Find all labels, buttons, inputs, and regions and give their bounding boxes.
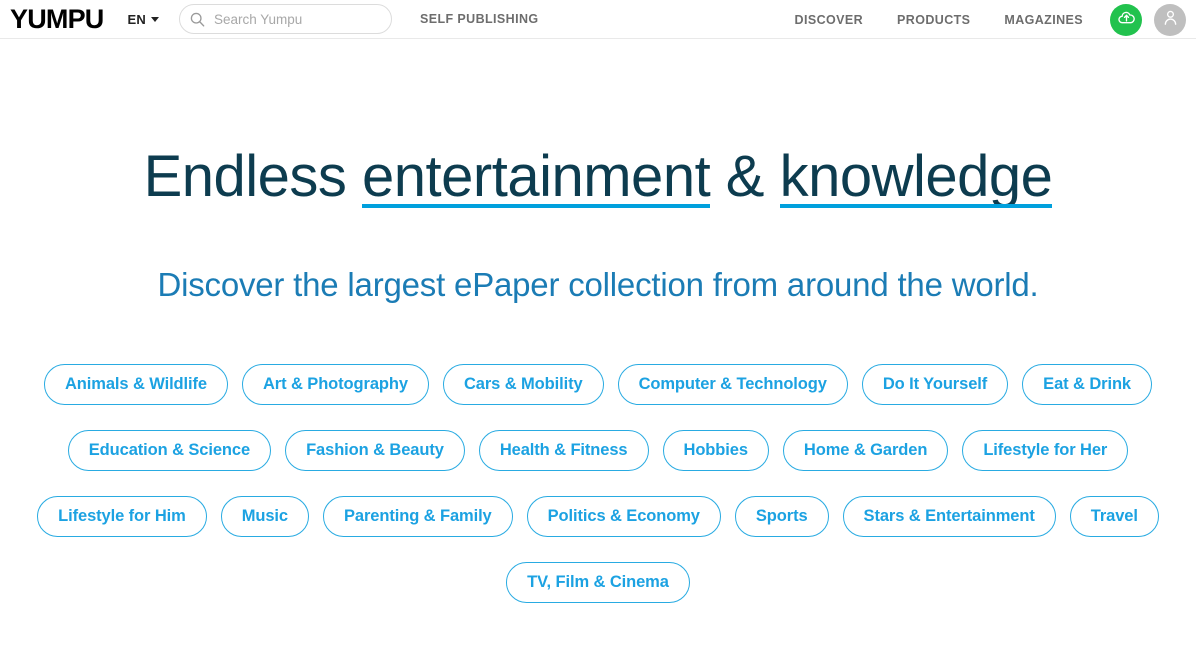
category-pill[interactable]: Eat & Drink: [1022, 363, 1153, 405]
title-highlight-knowledge: knowledge: [779, 144, 1053, 209]
self-publishing-link[interactable]: SELF PUBLISHING: [420, 12, 539, 26]
category-pill[interactable]: Lifestyle for Him: [37, 495, 207, 537]
page-subtitle: Discover the largest ePaper collection f…: [157, 265, 1039, 303]
category-pill[interactable]: Sports: [734, 495, 829, 537]
title-highlight-entertainment: entertainment: [362, 144, 711, 209]
category-pill[interactable]: Lifestyle for Her: [962, 429, 1129, 471]
category-list: Animals & Wildlife Art & Photography Car…: [0, 304, 1196, 603]
account-button[interactable]: [1154, 3, 1186, 36]
title-text-part1: Endless: [143, 144, 363, 209]
category-pill[interactable]: Home & Garden: [782, 429, 949, 471]
site-header: YUMPU EN SELF PUBLISHING DISCOVER PRODUC…: [0, 0, 1196, 39]
language-selector[interactable]: EN: [128, 12, 159, 27]
category-pill[interactable]: Animals & Wildlife: [43, 363, 228, 405]
page-title: Endless entertainment & knowledge: [0, 145, 1196, 209]
nav-item-magazines[interactable]: MAGAZINES: [987, 13, 1100, 27]
upload-button[interactable]: [1110, 3, 1142, 36]
category-pill[interactable]: Do It Yourself: [861, 363, 1009, 405]
category-pill[interactable]: Travel: [1069, 495, 1159, 537]
chevron-down-icon: [150, 16, 159, 22]
category-pill[interactable]: Politics & Economy: [526, 495, 721, 537]
category-pill[interactable]: Art & Photography: [241, 363, 429, 405]
category-pill[interactable]: Fashion & Beauty: [285, 429, 465, 471]
category-pill[interactable]: Music: [220, 495, 309, 537]
category-row: TV, Film & Cinema: [506, 561, 690, 603]
yumpu-logo[interactable]: YUMPU: [10, 5, 104, 33]
category-pill[interactable]: Hobbies: [662, 429, 769, 471]
search-box[interactable]: [178, 4, 392, 34]
search-input[interactable]: [211, 10, 381, 28]
category-pill[interactable]: Cars & Mobility: [442, 363, 604, 405]
search-icon: [190, 12, 205, 27]
hero-section: Endless entertainment & knowledge Discov…: [0, 39, 1196, 304]
category-row: Lifestyle for Him Music Parenting & Fami…: [37, 495, 1159, 537]
category-pill[interactable]: Education & Science: [67, 429, 272, 471]
category-row: Education & Science Fashion & Beauty Hea…: [67, 429, 1129, 471]
title-text-part2: &: [710, 144, 780, 209]
category-row: Animals & Wildlife Art & Photography Car…: [43, 363, 1153, 405]
nav-item-discover[interactable]: DISCOVER: [778, 13, 881, 27]
user-avatar-icon: [1161, 8, 1180, 32]
category-pill[interactable]: TV, Film & Cinema: [506, 561, 690, 603]
category-pill[interactable]: Stars & Entertainment: [842, 495, 1056, 537]
category-pill[interactable]: Computer & Technology: [617, 363, 848, 405]
category-pill[interactable]: Health & Fitness: [478, 429, 649, 471]
cloud-upload-icon: [1117, 8, 1136, 32]
language-label: EN: [127, 11, 146, 27]
header-nav: DISCOVER PRODUCTS MAGAZINES: [778, 0, 1186, 39]
nav-item-products[interactable]: PRODUCTS: [880, 13, 987, 27]
category-pill[interactable]: Parenting & Family: [322, 495, 513, 537]
